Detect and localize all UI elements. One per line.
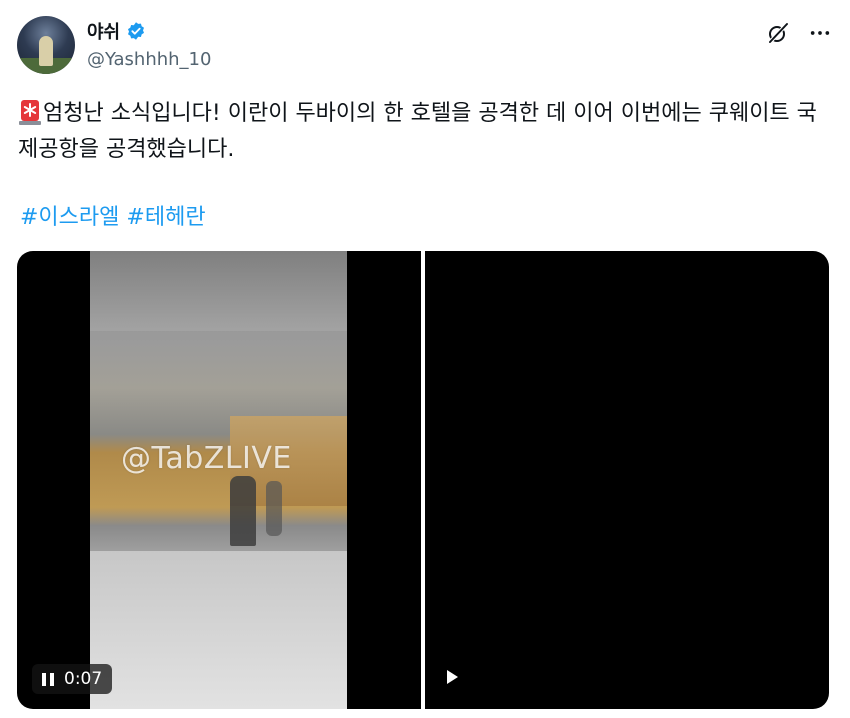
name-row: 야쉬	[87, 18, 146, 44]
verified-badge-icon	[128, 22, 145, 40]
hashtags: #이스라엘 #테헤란	[20, 200, 206, 236]
avatar[interactable]	[17, 16, 75, 74]
video-player-1[interactable]: @TabZLIVE 0:07	[17, 251, 421, 709]
frame-floor	[90, 551, 347, 709]
tweet-text: 엄청난 소식입니다! 이란이 두바이의 한 호텔을 공격한 데 이어 이번에는 …	[18, 96, 818, 168]
frame-person	[266, 481, 282, 536]
video-frame	[90, 251, 347, 709]
video-player-2[interactable]	[425, 251, 829, 709]
handle[interactable]: @Yashhhh_10	[87, 49, 211, 70]
more-icon[interactable]	[807, 20, 833, 46]
media-grid: @TabZLIVE 0:07	[17, 251, 829, 709]
siren-emoji-icon	[19, 100, 41, 125]
tweet-body: 엄청난 소식입니다! 이란이 두바이의 한 호텔을 공격한 데 이어 이번에는 …	[18, 101, 817, 162]
hashtag-link[interactable]: #테헤란	[126, 205, 205, 230]
avatar-figure	[39, 36, 53, 66]
grok-icon[interactable]	[765, 20, 791, 46]
play-icon[interactable]	[447, 670, 458, 684]
video-time: 0:07	[64, 669, 103, 689]
pause-icon[interactable]	[42, 672, 54, 686]
hashtag-link[interactable]: #이스라엘	[20, 205, 119, 230]
display-name[interactable]: 야쉬	[87, 18, 120, 44]
frame-ceiling	[90, 251, 347, 331]
frame-person	[230, 476, 256, 546]
video-controls: 0:07	[32, 664, 113, 694]
video-watermark: @TabZLIVE	[121, 441, 292, 476]
tweet-header: 야쉬 @Yashhhh_10	[17, 16, 833, 78]
